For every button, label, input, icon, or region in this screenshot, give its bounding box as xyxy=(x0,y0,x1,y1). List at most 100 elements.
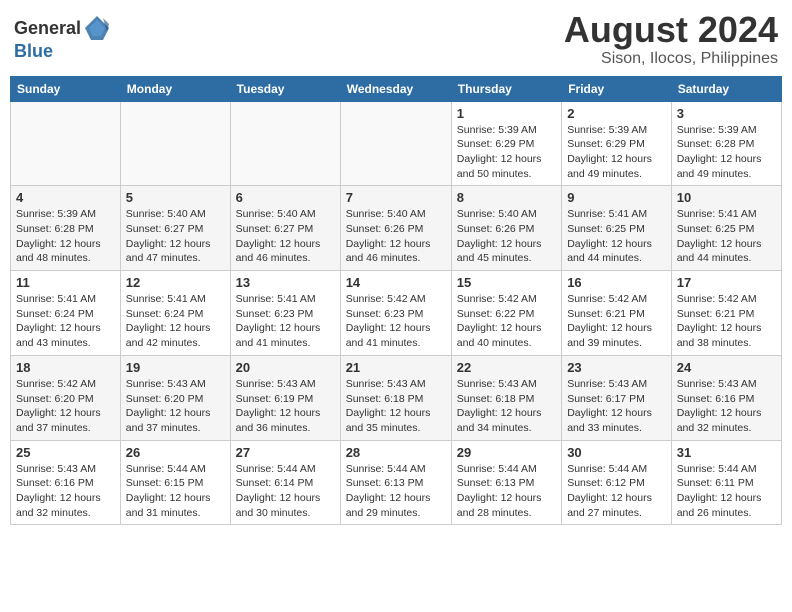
day-number: 6 xyxy=(236,190,335,205)
calendar-week-row: 4Sunrise: 5:39 AM Sunset: 6:28 PM Daylig… xyxy=(11,186,782,271)
calendar-cell xyxy=(120,101,230,186)
calendar-cell: 9 Sunrise: 5:41 AM Sunset: 6:25 PM Daylig… xyxy=(562,186,672,271)
day-number: 20 xyxy=(236,360,335,375)
calendar-week-row: 25Sunrise: 5:43 AM Sunset: 6:16 PM Dayli… xyxy=(11,440,782,525)
calendar-cell: 12 Sunrise: 5:41 AM Sunset: 6:24 PM Dayli… xyxy=(120,271,230,356)
day-info: Sunrise: 5:44 AM Sunset: 6:13 PM Dayligh… xyxy=(457,462,556,521)
calendar-cell: 3Sunrise: 5:39 AM Sunset: 6:28 PM Daylig… xyxy=(671,101,781,186)
calendar-cell xyxy=(340,101,451,186)
day-info: Sunrise: 5:39 AM Sunset: 6:29 PM Dayligh… xyxy=(457,123,556,182)
calendar-cell: 8 Sunrise: 5:40 AM Sunset: 6:26 PM Daylig… xyxy=(451,186,561,271)
calendar-table: SundayMondayTuesdayWednesdayThursdayFrid… xyxy=(10,76,782,526)
day-info: Sunrise: 5:42 AM Sunset: 6:22 PM Dayligh… xyxy=(457,292,556,351)
day-number: 12 xyxy=(126,275,225,290)
calendar-cell: 19 Sunrise: 5:43 AM Sunset: 6:20 PM Dayli… xyxy=(120,355,230,440)
calendar-cell: 20 Sunrise: 5:43 AM Sunset: 6:19 PM Dayli… xyxy=(230,355,340,440)
day-info: Sunrise: 5:40 AM Sunset: 6:26 PM Dayligh… xyxy=(457,207,556,266)
logo-blue: Blue xyxy=(14,41,53,61)
day-header-wednesday: Wednesday xyxy=(340,76,451,101)
logo: General Blue xyxy=(14,14,111,62)
calendar-cell: 23 Sunrise: 5:43 AM Sunset: 6:17 PM Dayli… xyxy=(562,355,672,440)
calendar-header-row: SundayMondayTuesdayWednesdayThursdayFrid… xyxy=(11,76,782,101)
calendar-cell: 14 Sunrise: 5:42 AM Sunset: 6:23 PM Dayli… xyxy=(340,271,451,356)
calendar-cell xyxy=(230,101,340,186)
calendar-cell: 4Sunrise: 5:39 AM Sunset: 6:28 PM Daylig… xyxy=(11,186,121,271)
day-number: 25 xyxy=(16,445,115,460)
day-info: Sunrise: 5:40 AM Sunset: 6:26 PM Dayligh… xyxy=(346,207,446,266)
day-number: 24 xyxy=(677,360,776,375)
day-number: 9 xyxy=(567,190,666,205)
calendar-week-row: 11 Sunrise: 5:41 AM Sunset: 6:24 PM Dayli… xyxy=(11,271,782,356)
day-info: Sunrise: 5:41 AM Sunset: 6:23 PM Dayligh… xyxy=(236,292,335,351)
day-number: 4 xyxy=(16,190,115,205)
logo-general: General xyxy=(14,19,81,37)
title-block: August 2024 Sison, Ilocos, Philippines xyxy=(564,10,778,68)
day-header-saturday: Saturday xyxy=(671,76,781,101)
day-number: 29 xyxy=(457,445,556,460)
calendar-cell: 16 Sunrise: 5:42 AM Sunset: 6:21 PM Dayli… xyxy=(562,271,672,356)
day-info: Sunrise: 5:40 AM Sunset: 6:27 PM Dayligh… xyxy=(236,207,335,266)
page-header: General Blue August 2024 Sison, Ilocos, … xyxy=(10,10,782,68)
day-info: Sunrise: 5:43 AM Sunset: 6:20 PM Dayligh… xyxy=(126,377,225,436)
day-number: 23 xyxy=(567,360,666,375)
day-info: Sunrise: 5:40 AM Sunset: 6:27 PM Dayligh… xyxy=(126,207,225,266)
day-header-thursday: Thursday xyxy=(451,76,561,101)
day-info: Sunrise: 5:41 AM Sunset: 6:24 PM Dayligh… xyxy=(126,292,225,351)
logo-icon xyxy=(83,14,111,42)
day-info: Sunrise: 5:43 AM Sunset: 6:18 PM Dayligh… xyxy=(457,377,556,436)
calendar-cell: 29 Sunrise: 5:44 AM Sunset: 6:13 PM Dayli… xyxy=(451,440,561,525)
day-number: 8 xyxy=(457,190,556,205)
calendar-cell: 26Sunrise: 5:44 AM Sunset: 6:15 PM Dayli… xyxy=(120,440,230,525)
day-header-friday: Friday xyxy=(562,76,672,101)
calendar-title: August 2024 xyxy=(564,10,778,50)
day-number: 30 xyxy=(567,445,666,460)
day-number: 28 xyxy=(346,445,446,460)
calendar-cell: 15 Sunrise: 5:42 AM Sunset: 6:22 PM Dayli… xyxy=(451,271,561,356)
day-number: 15 xyxy=(457,275,556,290)
calendar-week-row: 1 Sunrise: 5:39 AM Sunset: 6:29 PM Daylig… xyxy=(11,101,782,186)
day-number: 3 xyxy=(677,106,776,121)
calendar-cell: 1 Sunrise: 5:39 AM Sunset: 6:29 PM Daylig… xyxy=(451,101,561,186)
calendar-cell: 22 Sunrise: 5:43 AM Sunset: 6:18 PM Dayli… xyxy=(451,355,561,440)
day-header-tuesday: Tuesday xyxy=(230,76,340,101)
calendar-cell: 25Sunrise: 5:43 AM Sunset: 6:16 PM Dayli… xyxy=(11,440,121,525)
day-number: 16 xyxy=(567,275,666,290)
day-info: Sunrise: 5:44 AM Sunset: 6:13 PM Dayligh… xyxy=(346,462,446,521)
day-info: Sunrise: 5:41 AM Sunset: 6:25 PM Dayligh… xyxy=(567,207,666,266)
calendar-cell: 28 Sunrise: 5:44 AM Sunset: 6:13 PM Dayli… xyxy=(340,440,451,525)
day-number: 14 xyxy=(346,275,446,290)
calendar-cell: 11 Sunrise: 5:41 AM Sunset: 6:24 PM Dayli… xyxy=(11,271,121,356)
day-info: Sunrise: 5:39 AM Sunset: 6:29 PM Dayligh… xyxy=(567,123,666,182)
day-info: Sunrise: 5:42 AM Sunset: 6:23 PM Dayligh… xyxy=(346,292,446,351)
day-info: Sunrise: 5:43 AM Sunset: 6:18 PM Dayligh… xyxy=(346,377,446,436)
day-info: Sunrise: 5:42 AM Sunset: 6:21 PM Dayligh… xyxy=(567,292,666,351)
day-info: Sunrise: 5:44 AM Sunset: 6:11 PM Dayligh… xyxy=(677,462,776,521)
calendar-cell: 17 Sunrise: 5:42 AM Sunset: 6:21 PM Dayli… xyxy=(671,271,781,356)
day-info: Sunrise: 5:43 AM Sunset: 6:17 PM Dayligh… xyxy=(567,377,666,436)
day-info: Sunrise: 5:41 AM Sunset: 6:24 PM Dayligh… xyxy=(16,292,115,351)
day-number: 31 xyxy=(677,445,776,460)
day-number: 21 xyxy=(346,360,446,375)
day-info: Sunrise: 5:42 AM Sunset: 6:20 PM Dayligh… xyxy=(16,377,115,436)
calendar-cell: 13 Sunrise: 5:41 AM Sunset: 6:23 PM Dayli… xyxy=(230,271,340,356)
day-number: 5 xyxy=(126,190,225,205)
day-number: 11 xyxy=(16,275,115,290)
calendar-cell: 27Sunrise: 5:44 AM Sunset: 6:14 PM Dayli… xyxy=(230,440,340,525)
day-number: 10 xyxy=(677,190,776,205)
day-header-monday: Monday xyxy=(120,76,230,101)
calendar-cell: 24Sunrise: 5:43 AM Sunset: 6:16 PM Dayli… xyxy=(671,355,781,440)
day-number: 22 xyxy=(457,360,556,375)
day-number: 1 xyxy=(457,106,556,121)
calendar-subtitle: Sison, Ilocos, Philippines xyxy=(564,50,778,68)
day-info: Sunrise: 5:44 AM Sunset: 6:14 PM Dayligh… xyxy=(236,462,335,521)
day-header-sunday: Sunday xyxy=(11,76,121,101)
day-number: 19 xyxy=(126,360,225,375)
day-number: 13 xyxy=(236,275,335,290)
day-info: Sunrise: 5:43 AM Sunset: 6:19 PM Dayligh… xyxy=(236,377,335,436)
calendar-cell: 10 Sunrise: 5:41 AM Sunset: 6:25 PM Dayli… xyxy=(671,186,781,271)
day-info: Sunrise: 5:41 AM Sunset: 6:25 PM Dayligh… xyxy=(677,207,776,266)
day-number: 2 xyxy=(567,106,666,121)
day-number: 17 xyxy=(677,275,776,290)
day-info: Sunrise: 5:42 AM Sunset: 6:21 PM Dayligh… xyxy=(677,292,776,351)
calendar-cell: 18Sunrise: 5:42 AM Sunset: 6:20 PM Dayli… xyxy=(11,355,121,440)
